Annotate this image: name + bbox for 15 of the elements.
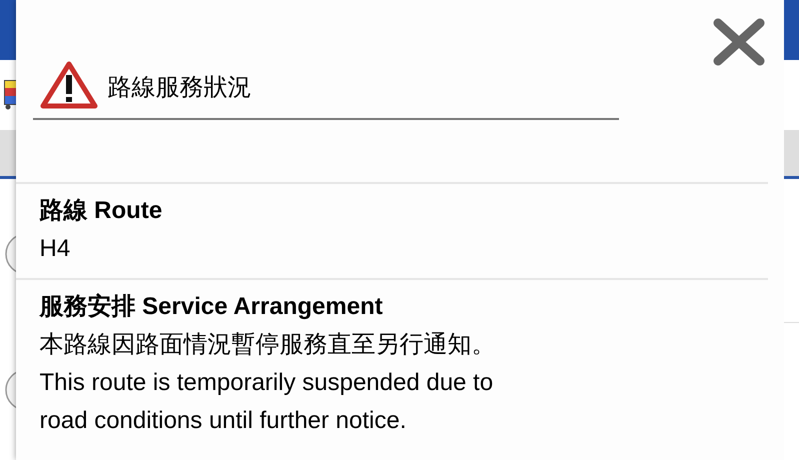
warning-icon	[40, 60, 98, 110]
bus-icon	[4, 80, 16, 110]
section-text: H4	[40, 234, 72, 264]
section-text: 本路線因路面情況暫停服務直至另行通知。	[40, 330, 496, 360]
dialog-title: 路線服務狀況	[108, 73, 252, 103]
section-heading: 服務安排 Service Arrangement	[40, 292, 384, 322]
close-button[interactable]	[712, 18, 766, 66]
header-bar	[784, 0, 799, 60]
toolbar-band	[784, 130, 799, 179]
header-bar	[0, 0, 16, 60]
toolbar-band	[0, 130, 16, 179]
section-text: road conditions until further notice.	[40, 406, 408, 436]
close-icon	[712, 18, 764, 66]
section-text: This route is temporarily suspended due to	[40, 368, 494, 398]
section-heading: 路線 Route	[40, 196, 164, 226]
